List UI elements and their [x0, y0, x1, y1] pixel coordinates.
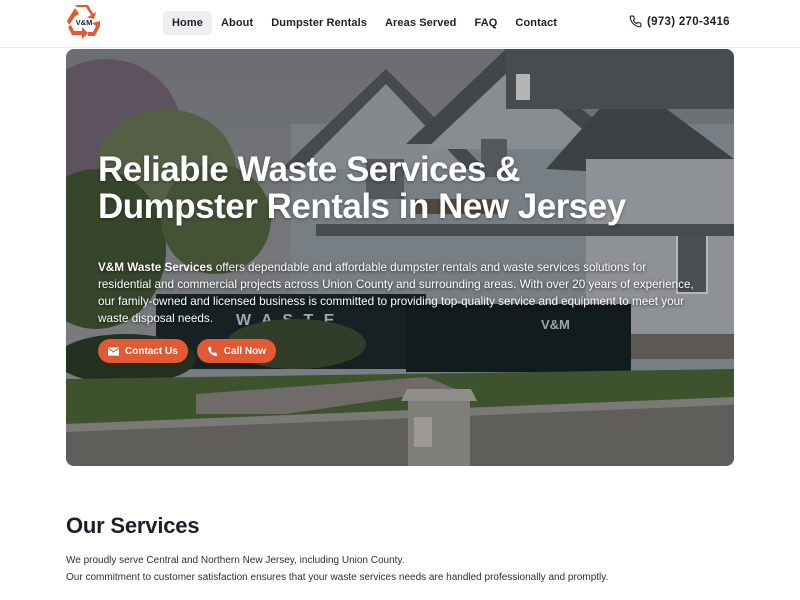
hero-buttons: Contact Us Call Now [98, 339, 277, 363]
services-line-2: Our commitment to customer satisfaction … [66, 572, 609, 583]
main-nav: Home About Dumpster Rentals Areas Served… [163, 11, 566, 35]
recycle-logo-icon[interactable]: V&M [66, 4, 102, 40]
nav-dumpster-rentals[interactable]: Dumpster Rentals [262, 11, 376, 35]
hero-title-line-1: Reliable Waste Services & [98, 150, 520, 189]
services-description: We proudly serve Central and Northern Ne… [66, 552, 736, 586]
hero-content: Reliable Waste Services & Dumpster Renta… [98, 151, 708, 327]
nav-home[interactable]: Home [163, 11, 212, 35]
services-title: Our Services [66, 513, 200, 538]
services-section: Our Services We proudly serve Central an… [66, 513, 736, 586]
logo-text: V&M [76, 18, 93, 27]
services-line-1: We proudly serve Central and Northern Ne… [66, 555, 405, 566]
header-phone-link[interactable]: (973) 270-3416 [629, 15, 730, 28]
contact-us-label: Contact Us [125, 345, 178, 357]
nav-faq[interactable]: FAQ [466, 11, 507, 35]
call-now-label: Call Now [223, 345, 267, 357]
hero-title: Reliable Waste Services & Dumpster Renta… [98, 151, 708, 225]
hero-description: V&M Waste Services offers dependable and… [98, 259, 698, 327]
envelope-icon [108, 346, 119, 356]
hero-banner: W A S T E V&M Reliable Waste Services & … [66, 49, 734, 466]
hero-company-name: V&M Waste Services [98, 261, 213, 274]
call-now-button[interactable]: Call Now [196, 339, 277, 363]
nav-areas-served[interactable]: Areas Served [376, 11, 466, 35]
site-header: V&M Home About Dumpster Rentals Areas Se… [0, 0, 800, 48]
hero-title-line-2: Dumpster Rentals in New Jersey [98, 187, 626, 226]
nav-contact[interactable]: Contact [506, 11, 566, 35]
phone-icon [629, 15, 642, 28]
contact-us-button[interactable]: Contact Us [98, 339, 188, 363]
header-phone-number: (973) 270-3416 [647, 15, 730, 28]
phone-icon [207, 346, 217, 356]
nav-about[interactable]: About [212, 11, 262, 35]
